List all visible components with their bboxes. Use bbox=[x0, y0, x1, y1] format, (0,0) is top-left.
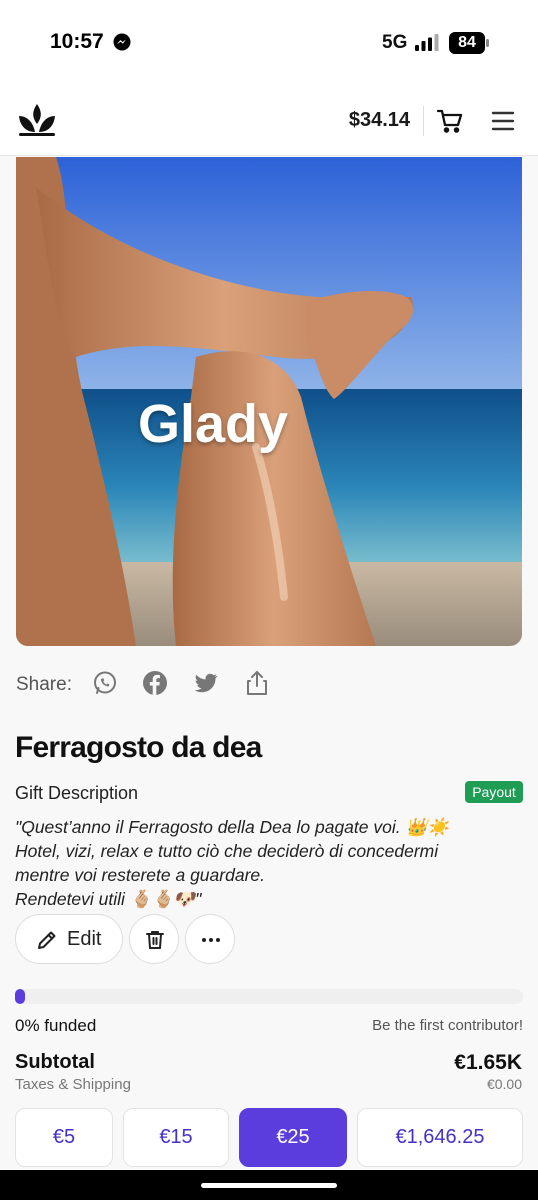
status-bar: 10:57 5G 84 bbox=[0, 0, 538, 88]
network-type: 5G bbox=[382, 32, 408, 53]
description-line: mentre voi resterete a guardare. bbox=[15, 865, 265, 885]
edit-button-label: Edit bbox=[67, 928, 102, 950]
facebook-icon[interactable] bbox=[142, 670, 168, 696]
amount-button-15[interactable]: €15 bbox=[123, 1108, 229, 1167]
cart-icon[interactable] bbox=[437, 108, 463, 134]
subtotal-value: €1.65K bbox=[454, 1051, 522, 1074]
signal-icon bbox=[415, 34, 439, 51]
subtotal-label: Subtotal bbox=[15, 1051, 95, 1073]
taxes-shipping-value: €0.00 bbox=[486, 1076, 522, 1092]
home-indicator[interactable] bbox=[201, 1183, 337, 1188]
battery-percent: 84 bbox=[458, 34, 476, 51]
gift-description: "Quest’anno il Ferragosto della Dea lo p… bbox=[15, 815, 515, 911]
crown-logo-icon[interactable] bbox=[16, 102, 58, 138]
first-contributor-text: Be the first contributor! bbox=[372, 1017, 523, 1034]
gift-title: Ferragosto da dea bbox=[15, 731, 262, 764]
description-label: Gift Description bbox=[15, 783, 139, 803]
payout-badge: Payout bbox=[465, 781, 523, 803]
app-header: $34.14 bbox=[0, 88, 538, 156]
delete-button[interactable] bbox=[129, 914, 179, 964]
edit-button[interactable]: Edit bbox=[15, 914, 123, 964]
amount-button-full[interactable]: €1,646.25 bbox=[357, 1108, 523, 1167]
header-divider bbox=[423, 106, 424, 136]
pencil-icon bbox=[38, 931, 56, 949]
share-label: Share: bbox=[16, 674, 72, 695]
status-time: 10:57 bbox=[50, 30, 104, 53]
description-line: "Quest’anno il Ferragosto della Dea lo p… bbox=[15, 817, 450, 837]
description-line: Hotel, vizi, relax e tutto ciò che decid… bbox=[15, 841, 439, 861]
funding-progress-fill bbox=[15, 989, 25, 1004]
twitter-icon[interactable] bbox=[193, 670, 219, 696]
amount-button-25[interactable]: €25 bbox=[239, 1108, 347, 1167]
wallet-balance[interactable]: $34.14 bbox=[349, 109, 410, 132]
image-caption: Glady bbox=[138, 394, 289, 454]
taxes-shipping-label: Taxes & Shipping bbox=[15, 1076, 131, 1093]
more-dots-icon bbox=[202, 938, 220, 942]
amount-button-5[interactable]: €5 bbox=[15, 1108, 113, 1167]
trash-icon bbox=[146, 931, 164, 949]
share-upload-icon[interactable] bbox=[244, 670, 270, 696]
more-options-button[interactable] bbox=[185, 914, 235, 964]
funded-percent: 0% funded bbox=[15, 1016, 97, 1035]
funding-progress-bar bbox=[15, 989, 523, 1004]
whatsapp-icon[interactable] bbox=[92, 670, 118, 696]
description-line: Rendetevi utili 🫰🏼🫰🏼🐶" bbox=[15, 889, 202, 909]
messenger-icon bbox=[113, 33, 131, 51]
hamburger-menu-icon[interactable] bbox=[491, 110, 515, 132]
gift-cover-image: Glady bbox=[16, 157, 522, 646]
